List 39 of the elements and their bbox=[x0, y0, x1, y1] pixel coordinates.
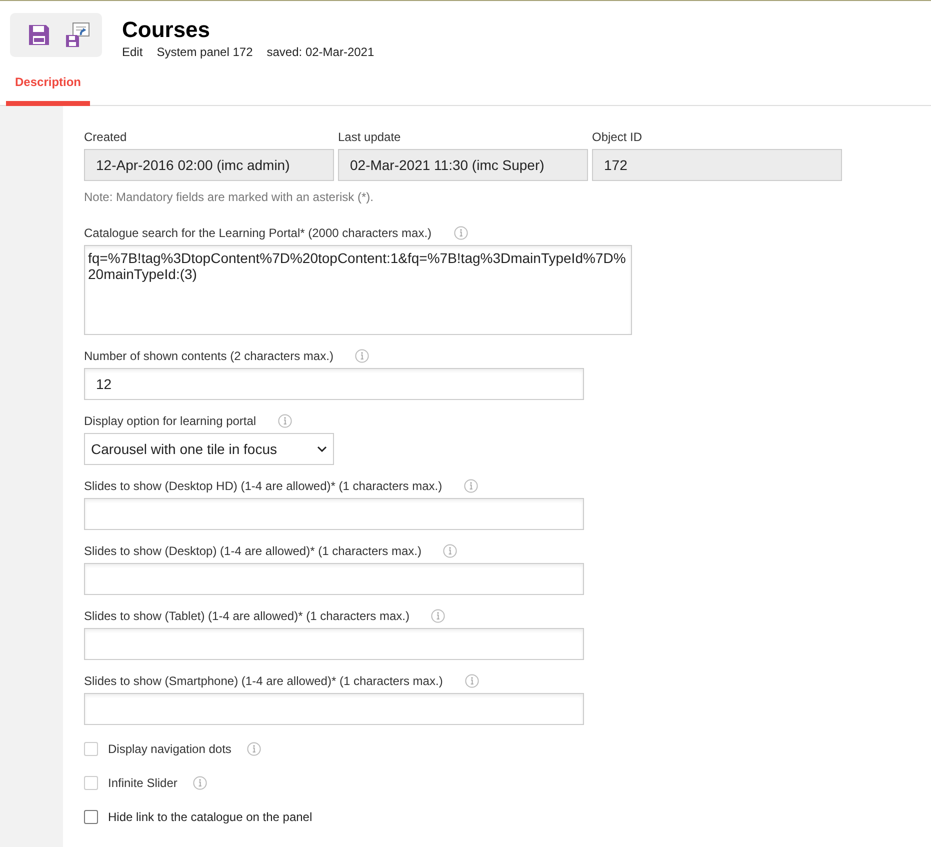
dropdown[interactable]: Carousel with one tile in focus bbox=[84, 433, 334, 465]
field-label: Catalogue search for the Learning Portal* (2000 characters max.) bbox=[84, 226, 432, 240]
info-icon[interactable] bbox=[464, 674, 479, 688]
info-icon[interactable] bbox=[464, 479, 478, 493]
checkbox-label: Display navigation dots bbox=[108, 742, 232, 756]
note-text: Note: Mandatory fields are marked with an asterisk (*). bbox=[84, 190, 374, 204]
save-icon[interactable] bbox=[27, 23, 51, 47]
input-field[interactable] bbox=[84, 628, 584, 660]
field-label: Slides to show (Desktop HD) (1-4 are allowed)* (1 characters max.) bbox=[84, 479, 442, 493]
caret-icon bbox=[317, 446, 327, 452]
info-icon[interactable] bbox=[454, 226, 468, 240]
readonly-field: 172 bbox=[592, 149, 842, 181]
page-title: Courses bbox=[122, 17, 212, 43]
input-field[interactable] bbox=[84, 498, 584, 530]
checkbox-label: Hide link to the catalogue on the panel bbox=[108, 810, 312, 824]
field-label: Slides to show (Smartphone) (1-4 are allowed)* (1 characters max.) bbox=[84, 674, 443, 688]
field-label: Last update bbox=[338, 130, 402, 144]
readonly-field: 12-Apr-2016 02:00 (imc admin) bbox=[84, 149, 334, 181]
meta-text: Edit bbox=[122, 45, 143, 59]
info-icon[interactable] bbox=[355, 349, 370, 363]
text-area[interactable]: fq=%7B!tag%3DtopContent%7D%20topContent:1&fq=%7B!tag%3DmainTypeId%7D%20mainTypeId:(3) bbox=[84, 245, 632, 335]
field-label: Number of shown contents (2 characters max.) bbox=[84, 349, 334, 363]
field-label: Slides to show (Tablet) (1-4 are allowed)* (1 characters max.) bbox=[84, 609, 410, 623]
field-label: Created bbox=[84, 130, 128, 144]
readonly-field: 02-Mar-2021 11:30 (imc Super) bbox=[338, 149, 588, 181]
input-field[interactable]: 12 bbox=[84, 368, 584, 400]
input-field[interactable] bbox=[84, 693, 584, 725]
field-label: Object ID bbox=[592, 130, 644, 144]
checkbox[interactable] bbox=[84, 810, 98, 824]
checkbox-label: Infinite Slider bbox=[108, 776, 178, 790]
field-label: Slides to show (Desktop) (1-4 are allowed)* (1 characters max.) bbox=[84, 544, 422, 558]
info-icon[interactable] bbox=[443, 544, 458, 558]
meta-text: System panel 172 bbox=[156, 45, 253, 59]
info-icon[interactable] bbox=[278, 414, 292, 428]
info-icon[interactable] bbox=[431, 609, 446, 623]
input-field[interactable] bbox=[84, 563, 584, 595]
save-as-icon[interactable] bbox=[65, 22, 91, 48]
field-label: Display option for learning portal bbox=[84, 414, 256, 428]
meta-text: saved: 02-Mar-2021 bbox=[266, 45, 374, 59]
